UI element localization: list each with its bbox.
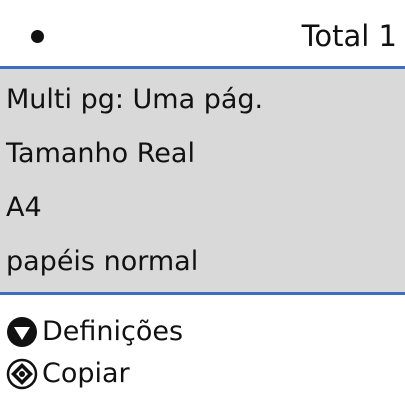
total-count: Total 1 xyxy=(301,19,397,53)
setting-paper-type[interactable]: papéis normal xyxy=(6,244,198,280)
definitions-label: Definições xyxy=(42,316,184,347)
diamond-start-button-icon xyxy=(6,358,38,390)
footer-actions: Definições Copiar xyxy=(0,295,405,404)
setting-size[interactable]: Tamanho Real xyxy=(6,136,195,172)
copy-label: Copiar xyxy=(42,358,130,389)
definitions-button[interactable]: Definições xyxy=(6,313,183,351)
bullet-dot-icon xyxy=(31,30,44,43)
setting-multi-page[interactable]: Multi pg: Uma pág. xyxy=(6,82,263,118)
settings-panel: Multi pg: Uma pág. Tamanho Real A4 papéi… xyxy=(0,69,405,292)
copy-screen: Total 1 Multi pg: Uma pág. Tamanho Real … xyxy=(0,0,405,404)
down-triangle-button-icon xyxy=(6,316,38,348)
header-bar: Total 1 xyxy=(0,0,405,66)
setting-paper-size[interactable]: A4 xyxy=(6,190,42,226)
copy-button[interactable]: Copiar xyxy=(6,355,130,393)
